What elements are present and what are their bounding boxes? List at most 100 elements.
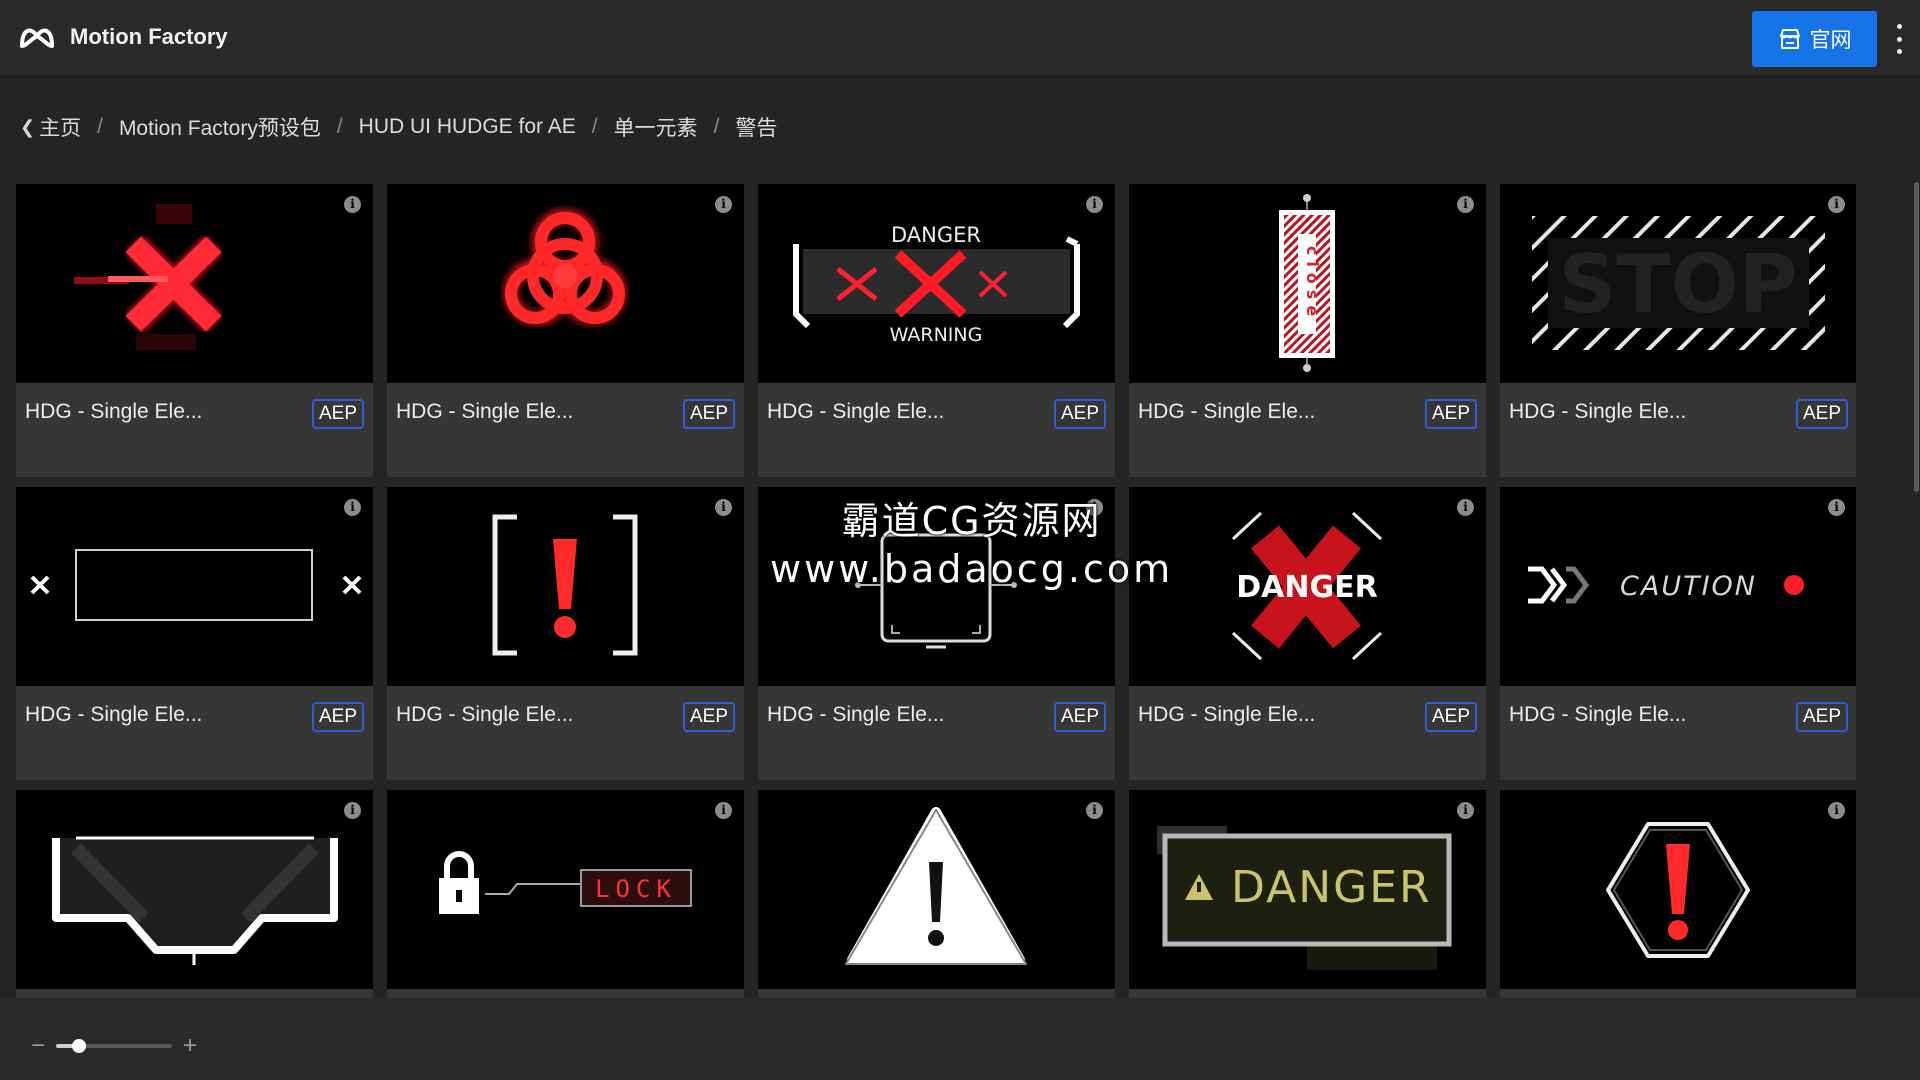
asset-title: HDG - Single Ele... (767, 703, 945, 726)
breadcrumb-preset-pack[interactable]: Motion Factory预设包 (119, 112, 321, 142)
asset-title: HDG - Single Ele... (25, 703, 203, 726)
top-bar: Motion Factory 官网 (0, 0, 1920, 77)
x-box-thumbnail (30, 549, 362, 621)
asset-title: HDG - Single Ele... (1138, 400, 1316, 423)
exclaim-bracket-thumbnail (492, 514, 638, 656)
breadcrumb-single-elements[interactable]: 单一元素 (614, 112, 698, 142)
info-icon[interactable]: i (344, 802, 361, 819)
zoom-slider[interactable] (56, 1039, 172, 1053)
zoom-control: − + (30, 1034, 198, 1058)
asset-thumbnail[interactable]: i (1500, 790, 1856, 989)
zoom-out-button[interactable]: − (30, 1034, 46, 1058)
asset-title: HDG - Single Ele... (767, 400, 945, 423)
info-icon[interactable]: i (1457, 802, 1474, 819)
asset-thumbnail[interactable]: i (387, 184, 744, 383)
asset-thumbnail[interactable]: i (16, 790, 373, 989)
aep-badge: AEP (1796, 702, 1848, 732)
asset-thumbnail[interactable]: LOCK i (387, 790, 744, 989)
aep-badge: AEP (1425, 702, 1477, 732)
close-label: close (1303, 246, 1322, 322)
asset-thumbnail[interactable]: i (16, 184, 373, 383)
aep-badge: AEP (683, 702, 735, 732)
lock-thumbnail: LOCK (439, 851, 692, 914)
info-icon[interactable]: i (715, 802, 732, 819)
asset-thumbnail[interactable]: i (16, 487, 373, 686)
asset-card[interactable]: close i HDG - Single Ele... AEP (1129, 184, 1486, 477)
watermark-line-2: www.badaocg.com (770, 547, 1174, 591)
danger-label: DANGER (1231, 862, 1432, 913)
app-name: Motion Factory (70, 24, 228, 49)
zoom-slider-knob[interactable] (72, 1039, 87, 1053)
asset-thumbnail[interactable]: DANGER i (1129, 487, 1486, 686)
breadcrumb: ❮ 主页 / Motion Factory预设包 / HUD UI HUDGE … (20, 112, 777, 142)
info-icon[interactable]: i (344, 499, 361, 516)
danger-warning-thumbnail: DANGER WARNING (793, 223, 1080, 346)
asset-thumbnail[interactable]: close i (1129, 184, 1486, 383)
asset-thumbnail[interactable]: i (758, 790, 1115, 989)
info-icon[interactable]: i (1086, 802, 1103, 819)
info-icon[interactable]: i (715, 196, 732, 213)
asset-card[interactable]: DANGER WARNING i HDG - Single Ele... AEP (758, 184, 1115, 477)
asset-thumbnail[interactable]: i (387, 487, 744, 686)
zoom-in-button[interactable]: + (182, 1034, 198, 1058)
motion-factory-logo-icon (20, 28, 54, 48)
danger-label: DANGER (1236, 570, 1377, 605)
official-site-button[interactable]: 官网 (1752, 11, 1877, 67)
breadcrumb-separator: / (97, 115, 103, 138)
brand[interactable]: Motion Factory (18, 22, 228, 52)
aep-badge: AEP (1054, 399, 1106, 429)
info-icon[interactable]: i (1086, 196, 1103, 213)
asset-card[interactable]: i (1500, 790, 1856, 998)
asset-thumbnail[interactable]: DANGER i (1129, 790, 1486, 989)
info-icon[interactable]: i (1457, 196, 1474, 213)
asset-card[interactable]: DANGER i HDG - Single Ele... AEP (1129, 487, 1486, 780)
asset-card[interactable]: i HDG - Single Ele... AEP (387, 487, 744, 780)
asset-thumbnail[interactable]: CAUTION i (1500, 487, 1856, 686)
info-icon[interactable]: i (1828, 802, 1845, 819)
breadcrumb-hud[interactable]: HUD UI HUDGE for AE (359, 115, 576, 139)
breadcrumb-home[interactable]: 主页 (39, 112, 81, 142)
biohazard-thumbnail (504, 209, 626, 325)
aep-badge: AEP (1796, 399, 1848, 429)
asset-thumbnail[interactable]: DANGER WARNING i (758, 184, 1115, 383)
info-icon[interactable]: i (1828, 499, 1845, 516)
asset-card[interactable]: STOP i HDG - Single Ele... AEP (1500, 184, 1856, 477)
scrollbar-thumb[interactable] (1914, 182, 1919, 492)
breadcrumb-separator: / (713, 115, 720, 138)
info-icon[interactable]: i (344, 196, 361, 213)
asset-card[interactable]: i (16, 790, 373, 998)
asset-card[interactable]: i HDG - Single Ele... AEP (387, 184, 744, 477)
breadcrumb-separator: / (591, 115, 598, 138)
caution-label: CAUTION (1620, 571, 1757, 602)
asset-card[interactable]: CAUTION i HDG - Single Ele... AEP (1500, 487, 1856, 780)
bracket-funnel-thumbnail (52, 836, 338, 965)
asset-grid-area: i HDG - Single Ele... AEP i HDG - Single… (16, 184, 1856, 998)
danger-sign-thumbnail: DANGER (1157, 826, 1452, 970)
caution-thumbnail: CAUTION (1528, 566, 1804, 604)
aep-badge: AEP (312, 399, 364, 429)
asset-title: HDG - Single Ele... (1509, 703, 1687, 726)
asset-card[interactable]: i (758, 790, 1115, 998)
aep-badge: AEP (683, 399, 735, 429)
info-icon[interactable]: i (715, 499, 732, 516)
warning-triangle-thumbnail (845, 807, 1027, 965)
stop-label: STOP (1559, 238, 1798, 331)
aep-badge: AEP (1425, 399, 1477, 429)
asset-card[interactable]: DANGER i (1129, 790, 1486, 998)
chevron-left-icon[interactable]: ❮ (20, 117, 35, 138)
breadcrumb-separator: / (336, 115, 343, 138)
official-site-label: 官网 (1809, 29, 1852, 52)
asset-thumbnail[interactable]: STOP i (1500, 184, 1856, 383)
asset-card[interactable]: i HDG - Single Ele... AEP (16, 184, 373, 477)
asset-card[interactable]: LOCK i (387, 790, 744, 998)
store-icon (1779, 29, 1800, 49)
aep-badge: AEP (312, 702, 364, 732)
info-icon[interactable]: i (1828, 196, 1845, 213)
info-icon[interactable]: i (1457, 499, 1474, 516)
more-vertical-icon[interactable] (1892, 24, 1906, 54)
watermark-line-1: 霸道CG资源网 (841, 499, 1102, 543)
asset-title: HDG - Single Ele... (396, 703, 574, 726)
asset-title: HDG - Single Ele... (396, 400, 574, 423)
asset-card[interactable]: i HDG - Single Ele... AEP (16, 487, 373, 780)
watermark: 霸道CG资源网 www.badaocg.com (770, 490, 1173, 591)
